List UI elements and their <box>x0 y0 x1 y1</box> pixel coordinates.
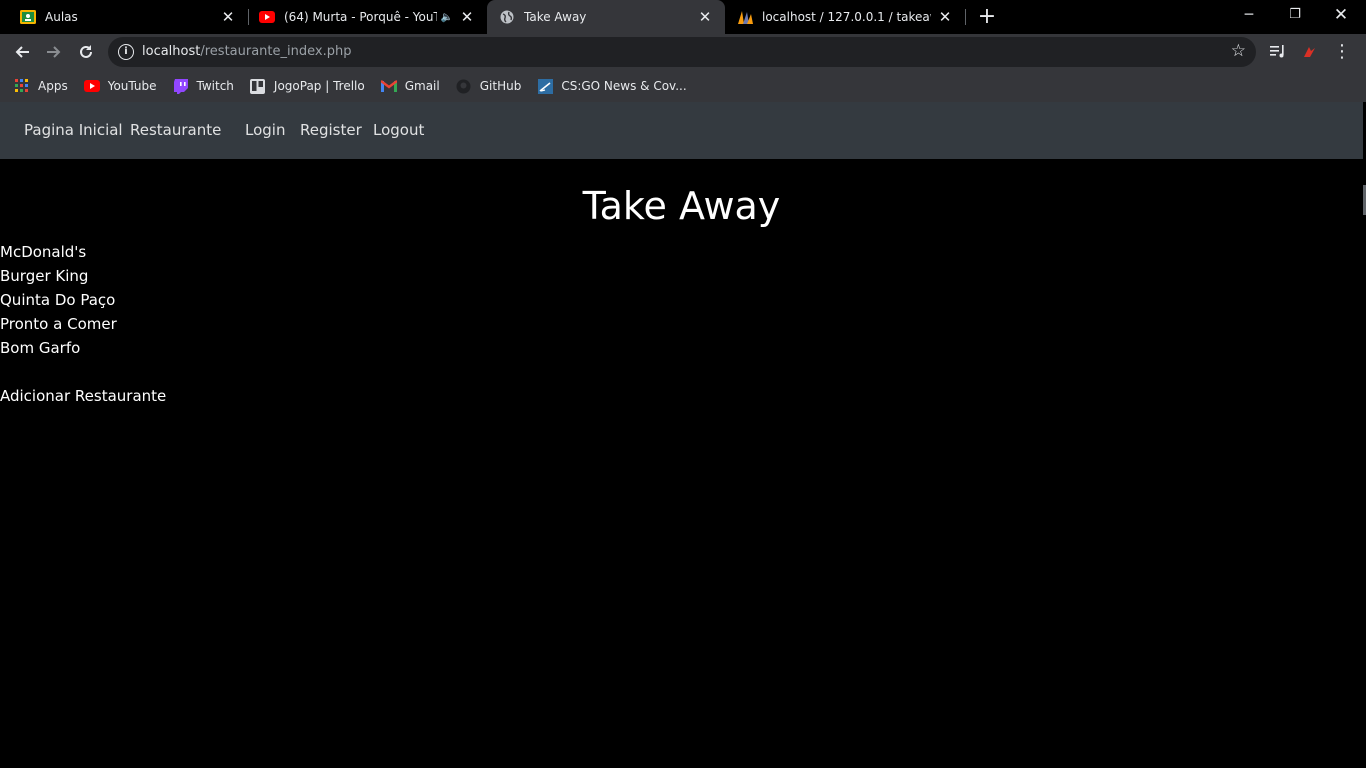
youtube-icon <box>83 78 100 94</box>
restaurant-item[interactable]: Pronto a Comer <box>0 312 117 336</box>
tab-title: localhost / 127.0.0.1 / takeaway / <box>762 10 931 24</box>
nav-restaurante[interactable]: Restaurante <box>130 121 221 139</box>
speaker-icon[interactable]: 🔈 <box>441 12 453 23</box>
nav-pagina-inicial[interactable]: Pagina Inicial <box>24 121 123 139</box>
bookmark-label: GitHub <box>479 79 522 93</box>
bookmark-github[interactable]: GitHub <box>456 78 522 94</box>
bookmark-label: Twitch <box>196 79 234 93</box>
nav-login[interactable]: Login <box>245 121 285 139</box>
close-tab-icon[interactable]: ✕ <box>937 9 953 25</box>
url-path: /restaurante_index.php <box>200 44 352 59</box>
bookmark-label: JogoPap | Trello <box>273 79 365 93</box>
url-text[interactable]: localhost/restaurante_index.php <box>142 44 351 59</box>
restaurant-item[interactable]: Burger King <box>0 264 117 288</box>
bookmarks-bar: Apps YouTube Twitch JogoPap | Trello Gma… <box>0 70 1366 102</box>
hltv-icon <box>537 78 553 94</box>
github-icon <box>456 78 472 94</box>
tab-title: Take Away <box>524 10 587 24</box>
page-title: Take Away <box>582 184 781 228</box>
close-tab-icon[interactable]: ✕ <box>459 9 475 25</box>
browser-tab-strip: Aulas ✕ (64) Murta - Porquê - YouTub 🔈 ✕… <box>0 0 1366 34</box>
forward-button[interactable] <box>40 38 68 66</box>
tab-aulas[interactable]: Aulas ✕ <box>0 0 248 34</box>
tab-phpmyadmin[interactable]: localhost / 127.0.0.1 / takeaway / ✕ <box>725 0 965 34</box>
phpmyadmin-icon <box>737 9 753 25</box>
restaurant-item[interactable]: Quinta Do Paço <box>0 288 117 312</box>
nav-register[interactable]: Register <box>300 121 362 139</box>
restaurant-list: McDonald's Burger King Quinta Do Paço Pr… <box>0 240 117 360</box>
apps-grid-icon <box>14 78 30 94</box>
tab-title: (64) Murta - Porquê - YouTub <box>284 10 437 24</box>
youtube-icon <box>259 9 275 25</box>
bookmark-label: CS:GO News & Cov... <box>561 79 687 93</box>
bookmark-apps[interactable]: Apps <box>14 78 68 94</box>
bookmark-twitch[interactable]: Twitch <box>173 78 234 94</box>
bookmark-star-icon[interactable]: ☆ <box>1231 41 1246 61</box>
tab-separator <box>965 9 966 25</box>
add-restaurant-link[interactable]: Adicionar Restaurante <box>0 384 166 408</box>
new-tab-button[interactable]: + <box>975 5 999 29</box>
trello-icon <box>250 78 266 94</box>
site-navbar: Pagina Inicial Restaurante Login Registe… <box>0 102 1363 159</box>
extension-icon[interactable] <box>1297 40 1321 64</box>
bookmark-trello[interactable]: JogoPap | Trello <box>250 78 365 94</box>
reload-button[interactable] <box>72 38 100 66</box>
google-classroom-icon <box>20 9 36 25</box>
menu-kebab-icon[interactable]: ⋮ <box>1330 40 1354 64</box>
restaurant-item[interactable]: McDonald's <box>0 240 117 264</box>
tab-take-away[interactable]: Take Away ✕ <box>487 0 725 34</box>
browser-toolbar: i localhost/restaurante_index.php ☆ ⋮ <box>0 34 1366 70</box>
close-window-button[interactable]: ✕ <box>1318 0 1364 32</box>
tab-youtube[interactable]: (64) Murta - Porquê - YouTub 🔈 ✕ <box>249 0 487 34</box>
tab-title: Aulas <box>45 10 78 24</box>
bookmark-youtube[interactable]: YouTube <box>83 78 157 94</box>
bookmark-hltv[interactable]: CS:GO News & Cov... <box>537 78 687 94</box>
url-host: localhost <box>142 44 201 59</box>
address-bar[interactable]: i localhost/restaurante_index.php ☆ <box>108 37 1256 67</box>
bookmark-label: Gmail <box>404 79 440 93</box>
bookmark-label: Apps <box>38 79 68 93</box>
back-button[interactable] <box>8 38 36 66</box>
globe-icon <box>499 9 515 25</box>
site-info-icon[interactable]: i <box>118 44 134 60</box>
bookmark-label: YouTube <box>107 79 157 93</box>
close-tab-icon[interactable]: ✕ <box>220 9 236 25</box>
gmail-icon <box>380 78 397 94</box>
restore-button[interactable]: ❐ <box>1272 0 1318 32</box>
nav-logout[interactable]: Logout <box>373 121 424 139</box>
twitch-icon <box>173 78 189 94</box>
minimize-button[interactable]: ─ <box>1226 0 1272 32</box>
bookmark-gmail[interactable]: Gmail <box>380 78 440 94</box>
close-tab-icon[interactable]: ✕ <box>697 9 713 25</box>
restaurant-item[interactable]: Bom Garfo <box>0 336 117 360</box>
media-controls-icon[interactable] <box>1266 40 1290 64</box>
